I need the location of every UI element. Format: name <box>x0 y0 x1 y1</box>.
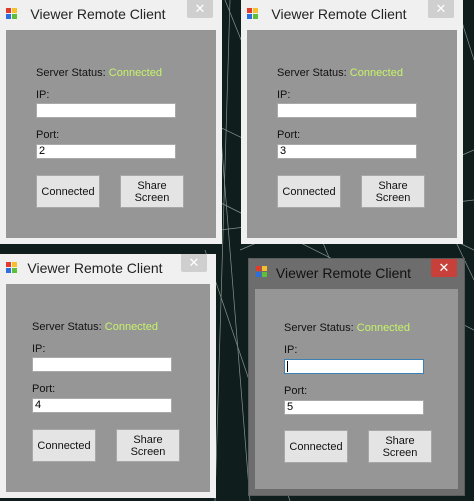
status-label: Server Status: <box>277 67 347 79</box>
viewer-window-1[interactable]: Viewer Remote Client ✕ Server Status: Co… <box>0 0 222 244</box>
connect-button[interactable]: Connected <box>32 429 96 462</box>
connect-button[interactable]: Connected <box>36 175 100 208</box>
share-label-line1: Share <box>385 434 415 447</box>
ip-input[interactable] <box>36 103 176 118</box>
close-icon: ✕ <box>188 255 200 270</box>
ip-label: IP: <box>277 89 291 101</box>
server-status: Server Status: Connected <box>32 321 158 333</box>
window-title: Viewer Remote Client <box>27 260 163 276</box>
share-label-line2: Screen <box>375 191 411 204</box>
text-caret <box>287 360 288 372</box>
titlebar[interactable]: Viewer Remote Client ✕ <box>0 254 216 284</box>
window-title: Viewer Remote Client <box>271 6 407 22</box>
share-screen-button[interactable]: Share Screen <box>361 175 425 208</box>
server-status: Server Status: Connected <box>36 67 162 79</box>
port-input[interactable]: 2 <box>36 144 176 159</box>
window-title: Viewer Remote Client <box>30 6 166 22</box>
port-label: Port: <box>284 385 308 397</box>
client-area: Server Status: Connected IP: Port: 3 Con… <box>247 30 457 238</box>
connect-button[interactable]: Connected <box>284 430 348 463</box>
window-title: Viewer Remote Client <box>275 265 412 281</box>
status-label: Server Status: <box>284 322 354 334</box>
titlebar[interactable]: Viewer Remote Client ✕ <box>0 0 222 30</box>
server-status: Server Status: Connected <box>277 67 403 79</box>
share-screen-button[interactable]: Share Screen <box>120 175 184 208</box>
ip-label: IP: <box>36 89 50 101</box>
port-input[interactable]: 3 <box>277 144 417 159</box>
ip-input[interactable] <box>277 103 417 118</box>
close-button[interactable]: ✕ <box>181 254 207 272</box>
port-input[interactable]: 5 <box>284 400 424 415</box>
status-value: Connected <box>349 67 403 79</box>
share-label-line2: Screen <box>134 191 170 204</box>
viewer-window-3[interactable]: Viewer Remote Client ✕ Server Status: Co… <box>0 254 216 498</box>
port-label: Port: <box>36 129 60 141</box>
share-label-line1: Share <box>137 179 167 192</box>
close-icon: ✕ <box>438 260 450 275</box>
titlebar[interactable]: Viewer Remote Client ✕ <box>249 259 464 289</box>
ip-label: IP: <box>284 344 298 356</box>
share-screen-button[interactable]: Share Screen <box>368 430 432 463</box>
close-icon: ✕ <box>194 1 206 16</box>
port-label: Port: <box>32 383 56 395</box>
close-icon: ✕ <box>435 1 447 16</box>
viewer-window-2[interactable]: Viewer Remote Client ✕ Server Status: Co… <box>241 0 463 244</box>
viewer-window-4-active[interactable]: Viewer Remote Client ✕ Server Status: Co… <box>248 258 465 496</box>
share-screen-button[interactable]: Share Screen <box>116 429 180 462</box>
ip-input[interactable] <box>284 359 424 374</box>
ip-input[interactable] <box>32 357 172 372</box>
status-label: Server Status: <box>36 67 106 79</box>
status-value: Connected <box>108 67 162 79</box>
share-label-line2: Screen <box>382 446 418 459</box>
client-area: Server Status: Connected IP: Port: 5 Con… <box>255 289 458 489</box>
connect-button[interactable]: Connected <box>277 175 341 208</box>
close-button[interactable]: ✕ <box>187 0 213 18</box>
titlebar[interactable]: Viewer Remote Client ✕ <box>241 0 463 30</box>
port-label: Port: <box>277 129 301 141</box>
share-label-line2: Screen <box>130 445 166 458</box>
status-label: Server Status: <box>32 321 102 333</box>
client-area: Server Status: Connected IP: Port: 2 Con… <box>6 30 216 238</box>
share-label-line1: Share <box>133 433 163 446</box>
share-label-line1: Share <box>378 179 408 192</box>
client-area: Server Status: Connected IP: Port: 4 Con… <box>6 284 210 492</box>
close-button[interactable]: ✕ <box>428 0 454 18</box>
server-status: Server Status: Connected <box>284 322 410 334</box>
status-value: Connected <box>104 321 158 333</box>
ip-label: IP: <box>32 343 46 355</box>
status-value: Connected <box>356 322 410 334</box>
port-input[interactable]: 4 <box>32 398 172 413</box>
close-button[interactable]: ✕ <box>431 259 457 277</box>
